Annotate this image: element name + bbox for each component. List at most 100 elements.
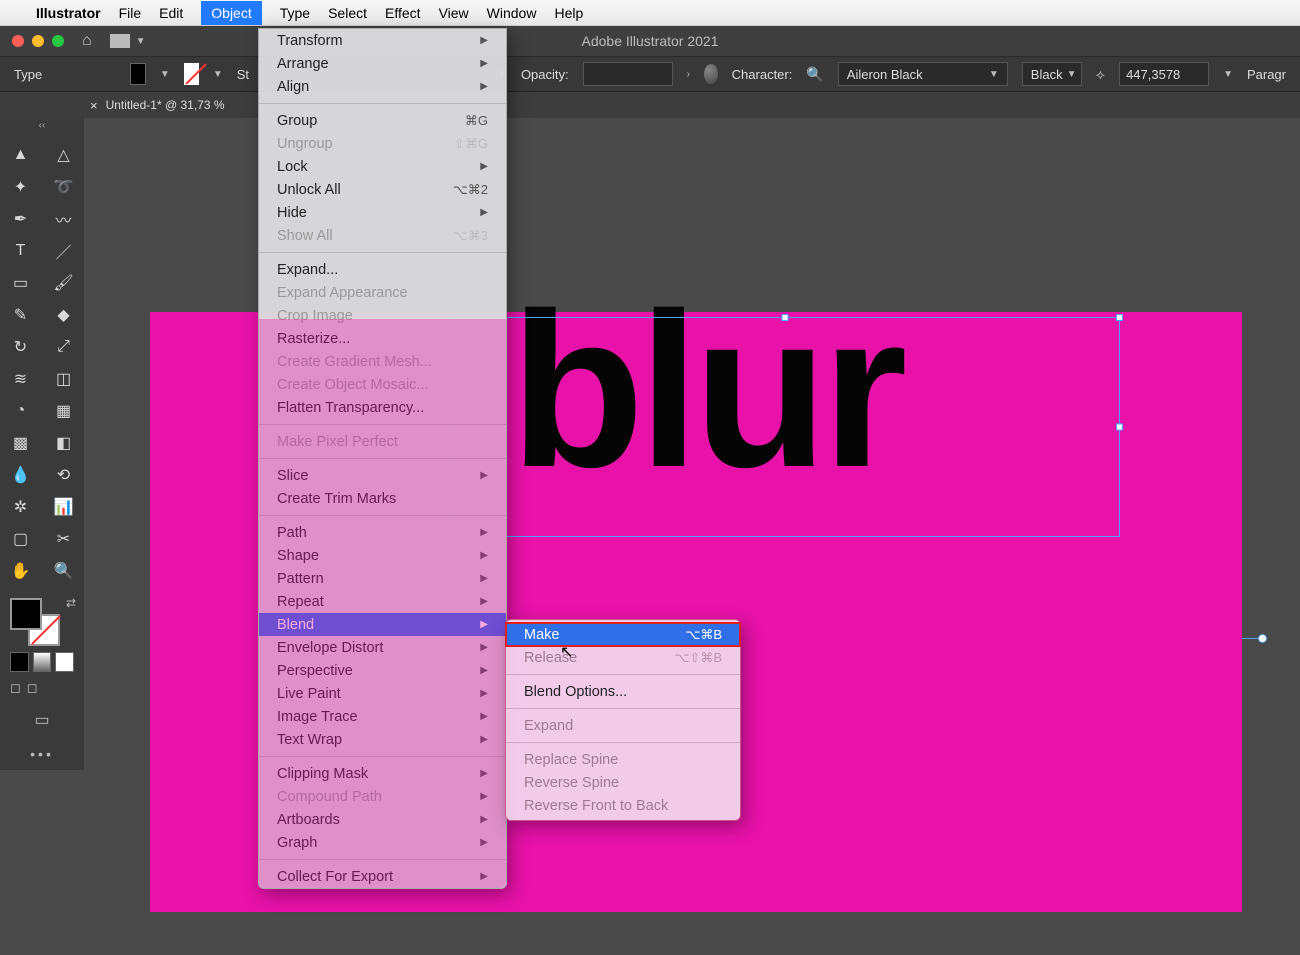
menu-item-artboards[interactable]: Artboards▶ xyxy=(259,808,506,831)
solid-color-icon[interactable] xyxy=(10,652,29,672)
pen-tool-icon[interactable]: ✒ xyxy=(0,204,41,234)
menubar-file[interactable]: File xyxy=(119,5,142,21)
minimize-window-icon[interactable] xyxy=(32,35,44,47)
menubar-help[interactable]: Help xyxy=(554,5,583,21)
eraser-tool-icon[interactable]: ◆ xyxy=(43,300,84,330)
eyedropper-tool-icon[interactable]: 💧 xyxy=(0,460,41,490)
line-tool-icon[interactable]: ／ xyxy=(43,236,84,266)
menubar-type[interactable]: Type xyxy=(280,5,310,21)
free-transform-tool-icon[interactable]: ◫ xyxy=(43,364,84,394)
font-family-dropdown[interactable]: Aileron Black▼ xyxy=(838,62,1008,86)
menubar-select[interactable]: Select xyxy=(328,5,367,21)
font-size-field[interactable]: 447,3578 xyxy=(1119,62,1209,86)
menubar-object[interactable]: Object xyxy=(201,1,261,25)
rotate-tool-icon[interactable]: ↻ xyxy=(0,332,41,362)
menu-item-create-trim-marks[interactable]: Create Trim Marks xyxy=(259,487,506,510)
workspace-layout-dropdown[interactable] xyxy=(110,34,130,48)
edit-toolbar-icon[interactable]: ••• xyxy=(0,746,84,762)
color-mode-swatches[interactable] xyxy=(0,652,84,672)
menu-item-clipping-mask[interactable]: Clipping Mask▶ xyxy=(259,762,506,785)
hand-tool-icon[interactable]: ✋ xyxy=(0,556,41,586)
rotation-handle[interactable] xyxy=(1258,634,1267,643)
width-tool-icon[interactable]: ≋ xyxy=(0,364,41,394)
menu-item-image-trace[interactable]: Image Trace▶ xyxy=(259,705,506,728)
shaper-tool-icon[interactable]: ✎ xyxy=(0,300,41,330)
menu-item-expand[interactable]: Expand... xyxy=(259,258,506,281)
menu-item-graph[interactable]: Graph▶ xyxy=(259,831,506,854)
draw-normal-icon[interactable]: ◻ xyxy=(10,680,21,696)
zoom-tool-icon[interactable]: 🔍 xyxy=(43,556,84,586)
symbol-sprayer-tool-icon[interactable]: ✲ xyxy=(0,492,41,522)
chevron-down-icon[interactable]: ▼ xyxy=(1223,69,1233,80)
zoom-window-icon[interactable] xyxy=(52,35,64,47)
none-color-icon[interactable] xyxy=(55,652,74,672)
direct-selection-tool-icon[interactable]: △ xyxy=(43,140,84,170)
rectangle-tool-icon[interactable]: ▭ xyxy=(0,268,41,298)
selection-handle[interactable] xyxy=(1116,314,1123,321)
menu-item-live-paint[interactable]: Live Paint▶ xyxy=(259,682,506,705)
fill-stroke-swatches[interactable]: ⇄ xyxy=(0,594,84,650)
opacity-field[interactable] xyxy=(583,62,673,86)
chevron-down-icon[interactable]: ▼ xyxy=(160,69,170,80)
menu-item-flatten-transparency[interactable]: Flatten Transparency... xyxy=(259,396,506,419)
selection-handle[interactable] xyxy=(1116,424,1123,431)
menubar-window[interactable]: Window xyxy=(487,5,537,21)
close-icon[interactable]: × xyxy=(90,98,98,113)
submenu-item-make[interactable]: Make⌥⌘B xyxy=(506,623,740,646)
menubar-edit[interactable]: Edit xyxy=(159,5,183,21)
menubar-appname[interactable]: Illustrator xyxy=(36,5,101,21)
menu-item-shape[interactable]: Shape▶ xyxy=(259,544,506,567)
opacity-step-icon[interactable]: › xyxy=(687,69,690,80)
close-window-icon[interactable] xyxy=(12,35,24,47)
menu-item-pattern[interactable]: Pattern▶ xyxy=(259,567,506,590)
menu-item-perspective[interactable]: Perspective▶ xyxy=(259,659,506,682)
swap-fill-stroke-icon[interactable]: ⇄ xyxy=(66,596,76,610)
menu-item-rasterize[interactable]: Rasterize... xyxy=(259,327,506,350)
menubar-effect[interactable]: Effect xyxy=(385,5,421,21)
mesh-tool-icon[interactable]: ▩ xyxy=(0,428,41,458)
draw-modes[interactable]: ◻◻ xyxy=(0,674,84,702)
menu-item-arrange[interactable]: Arrange▶ xyxy=(259,52,506,75)
chevron-down-icon[interactable]: ▼ xyxy=(213,69,223,80)
lasso-tool-icon[interactable]: ➰ xyxy=(43,172,84,202)
gradient-tool-icon[interactable]: ◧ xyxy=(43,428,84,458)
blend-tool-icon[interactable]: ⟲ xyxy=(43,460,84,490)
magic-wand-tool-icon[interactable]: ✦ xyxy=(0,172,41,202)
stroke-swatch[interactable] xyxy=(184,63,199,85)
menu-item-envelope-distort[interactable]: Envelope Distort▶ xyxy=(259,636,506,659)
menubar-view[interactable]: View xyxy=(439,5,469,21)
menu-item-text-wrap[interactable]: Text Wrap▶ xyxy=(259,728,506,751)
selection-handle[interactable] xyxy=(782,314,789,321)
menu-item-path[interactable]: Path▶ xyxy=(259,521,506,544)
fill-color-swatch[interactable] xyxy=(10,598,42,630)
font-style-dropdown[interactable]: Black▼ xyxy=(1022,62,1082,86)
scale-tool-icon[interactable]: ⤢ xyxy=(43,332,84,362)
home-icon[interactable]: ⌂ xyxy=(82,32,92,50)
menu-item-collect-for-export[interactable]: Collect For Export▶ xyxy=(259,865,506,888)
gradient-color-icon[interactable] xyxy=(33,652,52,672)
menu-item-slice[interactable]: Slice▶ xyxy=(259,464,506,487)
menu-item-align[interactable]: Align▶ xyxy=(259,75,506,98)
screen-mode-icon[interactable]: ▭ xyxy=(0,704,84,736)
menu-item-lock[interactable]: Lock▶ xyxy=(259,155,506,178)
menu-item-transform[interactable]: Transform▶ xyxy=(259,29,506,52)
type-tool-icon[interactable]: T xyxy=(0,236,41,266)
menu-item-group[interactable]: Group⌘G xyxy=(259,109,506,132)
recolor-icon[interactable] xyxy=(704,64,718,84)
menu-item-blend[interactable]: Blend▶ xyxy=(259,613,506,636)
perspective-grid-tool-icon[interactable]: ▦ xyxy=(43,396,84,426)
shape-builder-tool-icon[interactable]: ◔ xyxy=(0,396,41,426)
fill-swatch[interactable] xyxy=(130,63,146,85)
window-controls[interactable] xyxy=(12,35,64,47)
menu-item-hide[interactable]: Hide▶ xyxy=(259,201,506,224)
artboard-tool-icon[interactable]: ▢ xyxy=(0,524,41,554)
menu-item-repeat[interactable]: Repeat▶ xyxy=(259,590,506,613)
menu-item-unlock-all[interactable]: Unlock All⌥⌘2 xyxy=(259,178,506,201)
submenu-item-blend-options[interactable]: Blend Options... xyxy=(506,680,740,703)
search-icon[interactable]: 🔍 xyxy=(806,66,823,83)
paintbrush-tool-icon[interactable]: 🖌 xyxy=(43,268,84,298)
slice-tool-icon[interactable]: ✂ xyxy=(43,524,84,554)
selection-tool-icon[interactable]: ▲ xyxy=(0,140,41,170)
panel-collapse-handle[interactable]: ‹‹ xyxy=(0,118,84,132)
curvature-tool-icon[interactable]: 〰 xyxy=(43,204,84,234)
